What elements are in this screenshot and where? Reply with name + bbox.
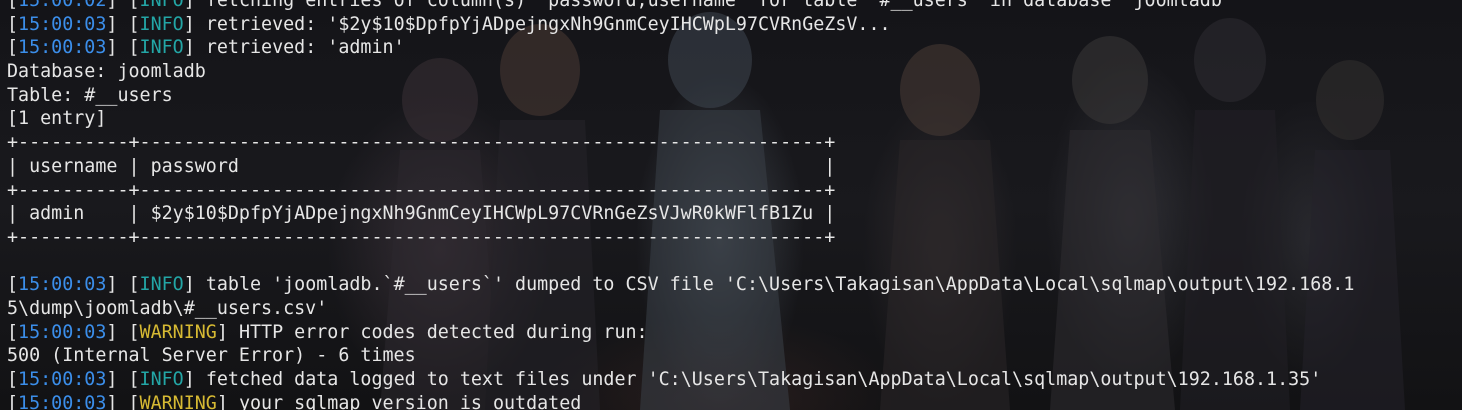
line-text: ] your sqlmap version is outdated [216,392,582,410]
line-text: +----------+----------------------------… [7,226,836,248]
line-text: ] [ [106,321,140,343]
line-text: | username | password | [7,155,836,177]
line-text: ] [ [106,369,140,390]
line-text: [ [7,274,19,296]
terminal-line: [15:00:03] [INFO] table 'joomladb.`#__us… [7,273,1354,297]
terminal-line: +----------+----------------------------… [7,179,1354,203]
line-text: ] fetched data logged to text files unde… [183,369,1322,390]
terminal-line: | admin | $2y$10$DpfpYjADpejngxNh9GnmCey… [7,202,1354,226]
terminal-line: [15:00:03] [WARNING] HTTP error codes de… [7,321,1354,345]
line-text: [ [7,13,19,35]
terminal-line: +----------+----------------------------… [7,226,1354,250]
line-text: ] [ [106,37,140,59]
line-text: 500 (Internal Server Error) - 6 times [7,345,416,367]
info-tag: INFO [139,274,184,296]
timestamp: 15:00:03 [18,274,107,296]
info-tag: INFO [139,0,184,11]
info-tag: INFO [139,37,184,59]
timestamp: 15:00:03 [18,37,107,59]
terminal-line: Table: #__users [7,84,1354,108]
line-text: +----------+----------------------------… [7,179,836,201]
terminal-line: | username | password | [7,155,1354,179]
line-text: ] [ [106,13,140,35]
terminal-line: [15:00:02] [INFO] fetching entries of co… [7,0,1354,13]
terminal-line: [1 entry] [7,107,1354,131]
info-tag: INFO [139,369,184,390]
terminal-output: [15:00:02] [INFO] fetching entries of co… [7,0,1354,410]
line-text: [1 entry] [7,108,107,130]
terminal-line: Database: joomladb [7,60,1354,84]
line-text: [ [7,321,19,343]
line-text: Database: joomladb [7,61,206,83]
terminal-line: [15:00:03] [INFO] retrieved: '$2y$10$Dpf… [7,13,1354,37]
terminal-line: [15:00:03] [INFO] retrieved: 'admin' [7,36,1354,60]
line-text: +----------+----------------------------… [7,132,836,154]
line-text: ] retrieved: 'admin' [183,37,405,59]
terminal-line: +----------+----------------------------… [7,131,1354,155]
warning-tag: WARNING [139,321,217,343]
line-text: ] [ [106,274,140,296]
warning-tag: WARNING [139,392,217,410]
terminal-line: [15:00:03] [INFO] fetched data logged to… [7,368,1354,392]
line-text: ] table 'joomladb.`#__users`' dumped to … [183,274,1355,296]
line-text: [ [7,37,19,59]
info-tag: INFO [139,13,184,35]
line-text: [ [7,0,19,11]
line-text: ] fetching entries of column(s) 'passwor… [183,0,1233,11]
terminal-line: [15:00:03] [WARNING] your sqlmap version… [7,392,1354,410]
line-text: 5\dump\joomladb\#__users.csv' [7,297,328,319]
terminal-line: 5\dump\joomladb\#__users.csv' [7,297,1354,321]
timestamp: 15:00:03 [18,392,107,410]
timestamp: 15:00:03 [18,321,107,343]
line-text: ] HTTP error codes detected during run: [216,321,648,343]
timestamp: 15:00:03 [18,13,107,35]
line-text: [ [7,392,19,410]
line-text: Table: #__users [7,84,173,106]
line-text: ] [ [106,0,140,11]
timestamp: 15:00:03 [18,369,107,390]
line-text: ] [ [106,392,140,410]
terminal-line: 500 (Internal Server Error) - 6 times [7,344,1354,368]
line-text: [ [7,369,19,390]
line-text: ] retrieved: '$2y$10$DpfpYjADpejngxNh9Gn… [183,13,891,35]
terminal-window[interactable]: [15:00:02] [INFO] fetching entries of co… [0,0,1462,410]
timestamp: 15:00:02 [18,0,107,11]
line-text: | admin | $2y$10$DpfpYjADpejngxNh9GnmCey… [7,203,836,225]
